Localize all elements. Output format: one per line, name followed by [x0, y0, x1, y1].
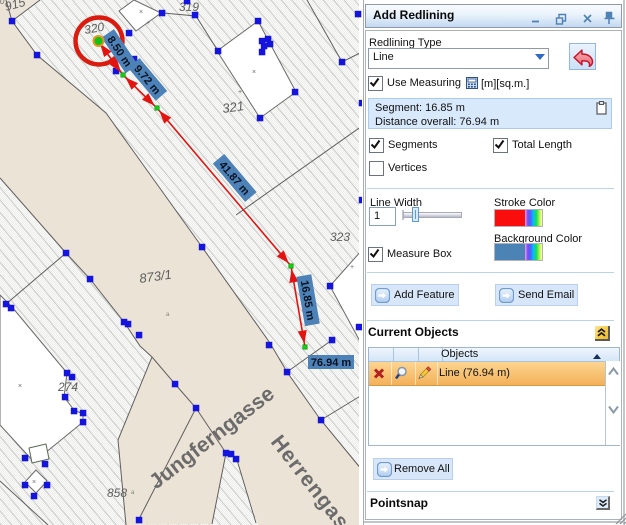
svg-text:×: ×	[32, 479, 36, 486]
svg-text:321: 321	[221, 98, 245, 116]
svg-text:274: 274	[57, 380, 78, 394]
svg-text:×: ×	[18, 383, 22, 390]
svg-text:+: +	[350, 264, 354, 271]
svg-text:×: ×	[139, 9, 143, 16]
svg-text:323: 323	[330, 230, 350, 244]
svg-text:76.94 m: 76.94 m	[311, 357, 352, 369]
svg-text:×: ×	[252, 69, 256, 76]
svg-text:858: 858	[107, 486, 127, 500]
svg-text:+: +	[238, 89, 242, 96]
svg-text:0: 0	[0, 0, 5, 6]
svg-text:+: +	[146, 20, 150, 27]
